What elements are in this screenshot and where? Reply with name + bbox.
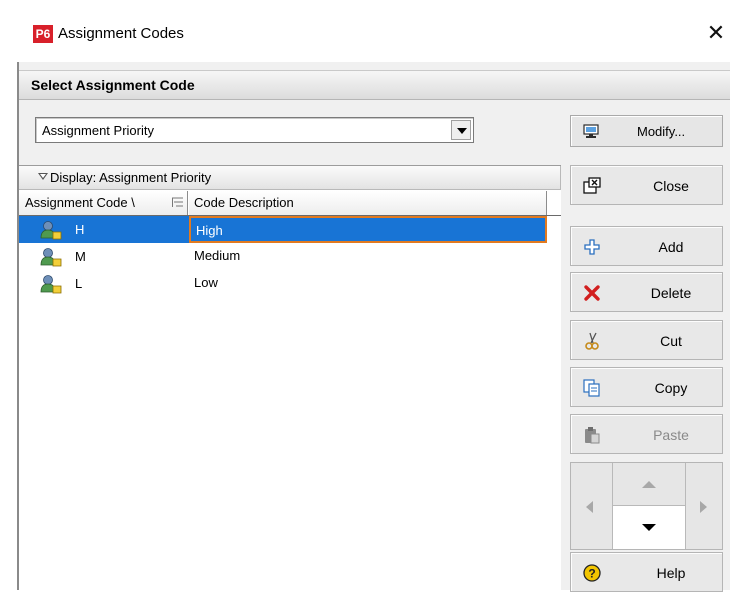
table-row[interactable]: M Medium: [19, 243, 561, 270]
copy-button[interactable]: Copy: [570, 367, 723, 407]
delete-button[interactable]: Delete: [570, 272, 723, 312]
monitor-icon: [583, 124, 599, 138]
column-headers: Assignment Code \ Code Description: [19, 191, 561, 216]
help-button-label: Help: [656, 565, 686, 581]
code-value: L: [75, 276, 83, 291]
close-window-icon: [583, 177, 601, 194]
paste-button[interactable]: Paste: [570, 414, 723, 454]
assignment-code-icon: [40, 248, 62, 267]
description-value: High: [196, 223, 223, 238]
p6-app-icon: P6: [33, 25, 53, 43]
code-cell[interactable]: H: [19, 216, 189, 243]
assignment-code-select-value: Assignment Priority: [42, 123, 154, 138]
move-right-arrow-icon[interactable]: [685, 463, 722, 549]
description-cell[interactable]: Medium: [189, 243, 547, 270]
section-title: Select Assignment Code: [31, 77, 195, 93]
delete-button-label: Delete: [650, 285, 692, 301]
move-left-arrow-icon[interactable]: [571, 463, 613, 549]
code-cell[interactable]: M: [19, 243, 189, 270]
codes-list-panel: Display: Assignment Priority Assignment …: [19, 165, 561, 590]
help-button[interactable]: ? Help: [570, 552, 723, 592]
assignment-code-icon: [40, 221, 62, 240]
cut-button-label: Cut: [660, 333, 682, 349]
section-header: Select Assignment Code: [19, 70, 730, 100]
paste-button-label: Paste: [653, 427, 689, 443]
scissors-icon: [585, 332, 599, 350]
description-cell[interactable]: Low: [189, 270, 547, 297]
move-up-arrow-icon[interactable]: [613, 463, 685, 506]
table-row[interactable]: H High: [19, 216, 561, 243]
add-button[interactable]: Add: [570, 226, 723, 266]
add-button-label: Add: [658, 239, 684, 255]
column-header-assignment-code[interactable]: Assignment Code \: [19, 191, 188, 215]
code-rows: H High M Medium L Low: [19, 216, 561, 297]
paste-clipboard-icon: [585, 427, 600, 444]
move-down-arrow-icon[interactable]: [613, 506, 685, 549]
dialog-body: Select Assignment Code Assignment Priori…: [19, 62, 730, 592]
group-band[interactable]: Display: Assignment Priority: [19, 166, 561, 190]
description-value: Medium: [194, 248, 241, 263]
code-value: H: [75, 222, 85, 237]
modify-button-label: Modify...: [637, 124, 686, 139]
assignment-codes-dialog: P6 Assignment Codes ✕ Select Assignment …: [0, 0, 730, 592]
copy-button-label: Copy: [654, 380, 688, 396]
description-cell[interactable]: High: [189, 216, 547, 243]
assignment-code-icon: [40, 275, 62, 294]
help-question-icon: ?: [583, 564, 601, 582]
cut-button[interactable]: Cut: [570, 320, 723, 360]
group-label: Display: Assignment Priority: [50, 170, 212, 185]
code-cell[interactable]: L: [19, 270, 189, 297]
dropdown-arrow-icon[interactable]: [451, 120, 471, 140]
code-value: M: [75, 249, 86, 264]
description-value: Low: [194, 275, 218, 290]
column-sort-icon[interactable]: [172, 197, 183, 208]
move-arrows-pad: [570, 462, 723, 550]
window-title: Assignment Codes: [58, 25, 184, 42]
modify-button[interactable]: Modify...: [570, 115, 723, 147]
assignment-code-select[interactable]: Assignment Priority: [35, 117, 474, 143]
close-button-label: Close: [653, 178, 689, 194]
add-plus-icon: [584, 239, 600, 255]
title-bar: P6 Assignment Codes ✕: [0, 0, 730, 62]
column-header-code-description[interactable]: Code Description: [189, 191, 547, 215]
window-close-button[interactable]: ✕: [703, 20, 729, 46]
collapse-triangle-icon[interactable]: [38, 173, 48, 180]
svg-text:?: ?: [588, 567, 595, 581]
delete-x-icon: [584, 285, 600, 301]
close-button[interactable]: Close: [570, 165, 723, 205]
copy-icon: [583, 379, 600, 397]
table-row[interactable]: L Low: [19, 270, 561, 297]
